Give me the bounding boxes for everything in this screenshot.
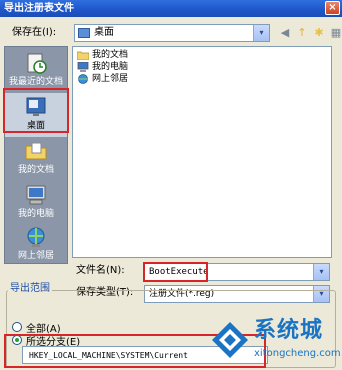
toolbar: ◀ ↑ ✱ ▦ <box>278 24 342 42</box>
window-title: 导出注册表文件 <box>4 3 74 14</box>
file-name: 我的电脑 <box>92 61 129 72</box>
back-icon[interactable]: ◀ <box>278 26 292 40</box>
desktop-folder-icon <box>78 28 90 38</box>
save-in-select[interactable]: 桌面 ▾ <box>74 24 270 42</box>
network-places-icon <box>27 227 45 247</box>
places-bar: 我最近的文档 桌面 我的文档 我的电脑 网上邻居 <box>4 46 68 264</box>
list-item[interactable]: 我的文档 <box>76 49 129 61</box>
save-in-label: 保存在(I): <box>12 27 57 38</box>
list-item[interactable]: 网上邻居 <box>77 73 128 85</box>
place-label: 我最近的文档 <box>8 77 63 87</box>
radio-button[interactable] <box>12 322 22 332</box>
new-folder-icon[interactable]: ✱ <box>312 26 326 40</box>
watermark-logo-icon <box>212 322 248 358</box>
recent-docs-icon <box>27 53 47 74</box>
chevron-down-icon[interactable]: ▾ <box>313 264 329 280</box>
title-bar: 导出注册表文件 × <box>0 0 342 17</box>
watermark-text: 系统城 <box>254 318 324 343</box>
file-list[interactable]: 我的文档 我的电脑 网上邻居 <box>72 46 332 258</box>
desktop-highlight-box <box>3 88 69 133</box>
place-label: 网上邻居 <box>17 251 54 261</box>
close-button[interactable]: × <box>325 1 340 15</box>
place-label: 我的电脑 <box>17 209 54 219</box>
list-item[interactable]: 我的电脑 <box>77 61 128 73</box>
folder-up-icon[interactable]: ↑ <box>295 26 309 40</box>
views-menu-icon[interactable]: ▦ <box>329 26 342 40</box>
place-my-computer[interactable]: 我的电脑 <box>5 181 67 225</box>
place-my-documents[interactable]: 我的文档 <box>5 137 67 181</box>
watermark-url: xitongcheng.com <box>254 348 341 359</box>
folder-icon <box>76 50 90 61</box>
export-range-title: 导出范围 <box>8 282 52 296</box>
place-recent-docs[interactable]: 我最近的文档 <box>5 49 67 93</box>
network-icon <box>77 74 89 84</box>
filename-label: 文件名(N): <box>76 265 125 276</box>
place-label: 我的文档 <box>17 165 54 175</box>
save-in-value: 桌面 <box>94 27 114 38</box>
place-network[interactable]: 网上邻居 <box>5 223 67 267</box>
computer-icon <box>77 61 89 72</box>
filename-highlight-box <box>143 262 208 282</box>
watermark: 系统城 xitongcheng.com <box>208 314 342 370</box>
my-documents-icon <box>25 142 47 160</box>
file-name: 网上邻居 <box>92 73 129 84</box>
file-name: 我的文档 <box>92 49 129 60</box>
chevron-down-icon[interactable]: ▾ <box>253 25 269 41</box>
my-computer-icon <box>26 185 46 205</box>
